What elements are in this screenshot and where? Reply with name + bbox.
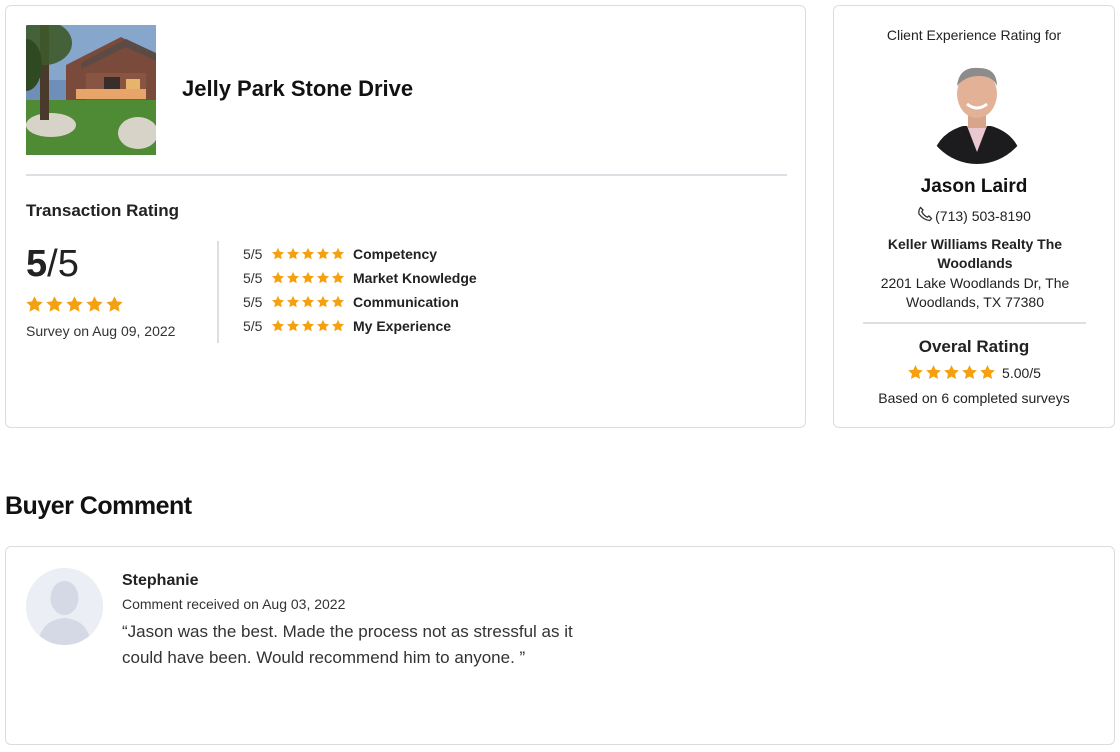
vertical-divider	[217, 241, 219, 343]
agent-phone-number: (713) 503-8190	[935, 207, 1031, 224]
divider	[26, 174, 787, 176]
criteria-stars	[271, 247, 345, 261]
transaction-card: Jelly Park Stone Drive Transaction Ratin…	[5, 5, 806, 428]
criteria-score: 5/5	[243, 246, 263, 262]
star-icon	[271, 295, 285, 309]
transaction-rating-heading: Transaction Rating	[26, 201, 180, 220]
star-icon	[85, 295, 104, 314]
criteria-row-my-experience: 5/5 My Experience	[243, 314, 477, 338]
star-icon	[331, 319, 345, 333]
star-icon	[316, 319, 330, 333]
divider	[863, 322, 1086, 324]
overall-stars	[907, 364, 996, 381]
star-icon	[925, 364, 942, 381]
agent-card: Client Experience Rating for Jason Laird…	[833, 5, 1115, 428]
overall-survey-count: Based on 6 completed surveys	[878, 390, 1070, 406]
criteria-score: 5/5	[243, 270, 263, 286]
star-icon	[301, 295, 315, 309]
criteria-stars	[271, 319, 345, 333]
star-icon	[301, 319, 315, 333]
agent-photo[interactable]	[923, 56, 1031, 164]
star-icon	[331, 271, 345, 285]
star-icon	[301, 271, 315, 285]
star-icon	[331, 247, 345, 261]
overall-rating-row: 5.00/5	[834, 364, 1114, 381]
star-icon	[301, 247, 315, 261]
agent-address: 2201 Lake Woodlands Dr, The Woodlands, T…	[880, 275, 1070, 310]
criteria-score: 5/5	[243, 318, 263, 334]
buyer-comment-heading: Buyer Comment	[5, 492, 192, 520]
survey-date: Survey on Aug 09, 2022	[26, 323, 176, 339]
agent-caption: Client Experience Rating for	[886, 27, 1062, 43]
star-icon	[286, 319, 300, 333]
star-icon	[271, 271, 285, 285]
user-avatar-icon	[26, 568, 103, 645]
commenter-name: Stephanie	[122, 572, 199, 589]
criteria-label: My Experience	[353, 318, 452, 334]
star-icon	[331, 295, 345, 309]
star-icon	[65, 295, 84, 314]
star-icon	[286, 295, 300, 309]
transaction-stars	[25, 295, 124, 314]
star-icon	[286, 271, 300, 285]
comment-text: “Jason was the best. Made the process no…	[122, 622, 573, 667]
star-icon	[961, 364, 978, 381]
overall-value: 5.00/5	[1002, 364, 1041, 381]
comment-date: Comment received on Aug 03, 2022	[122, 596, 346, 612]
agent-name: Jason Laird	[920, 176, 1028, 197]
criteria-label: Competency	[353, 246, 438, 262]
transaction-score: 5/5	[26, 245, 79, 283]
star-icon	[286, 247, 300, 261]
star-icon	[105, 295, 124, 314]
criteria-row-competency: 5/5 Competency	[243, 242, 477, 266]
score-suffix: /5	[47, 243, 79, 285]
agent-phone-link[interactable]: (713) 503-8190	[834, 206, 1114, 225]
criteria-row-communication: 5/5 Communication	[243, 290, 477, 314]
criteria-list: 5/5 Competency 5/5 Market Knowledge 5/5 …	[243, 242, 477, 338]
star-icon	[943, 364, 960, 381]
criteria-label: Communication	[353, 294, 459, 310]
agent-brokerage: Keller Williams Realty The Woodlands	[887, 236, 1063, 271]
star-icon	[316, 295, 330, 309]
criteria-label: Market Knowledge	[353, 270, 477, 286]
criteria-row-market-knowledge: 5/5 Market Knowledge	[243, 266, 477, 290]
overall-rating-heading: Overal Rating	[918, 337, 1030, 356]
star-icon	[271, 247, 285, 261]
criteria-stars	[271, 295, 345, 309]
criteria-score: 5/5	[243, 294, 263, 310]
star-icon	[25, 295, 44, 314]
star-icon	[979, 364, 996, 381]
criteria-stars	[271, 271, 345, 285]
star-icon	[45, 295, 64, 314]
star-icon	[316, 247, 330, 261]
property-title: Jelly Park Stone Drive	[182, 76, 414, 101]
phone-icon	[917, 206, 933, 225]
comment-card: Stephanie Comment received on Aug 03, 20…	[5, 546, 1115, 745]
score-value: 5	[26, 243, 48, 285]
star-icon	[316, 271, 330, 285]
star-icon	[271, 319, 285, 333]
property-photo	[26, 25, 156, 155]
star-icon	[907, 364, 924, 381]
